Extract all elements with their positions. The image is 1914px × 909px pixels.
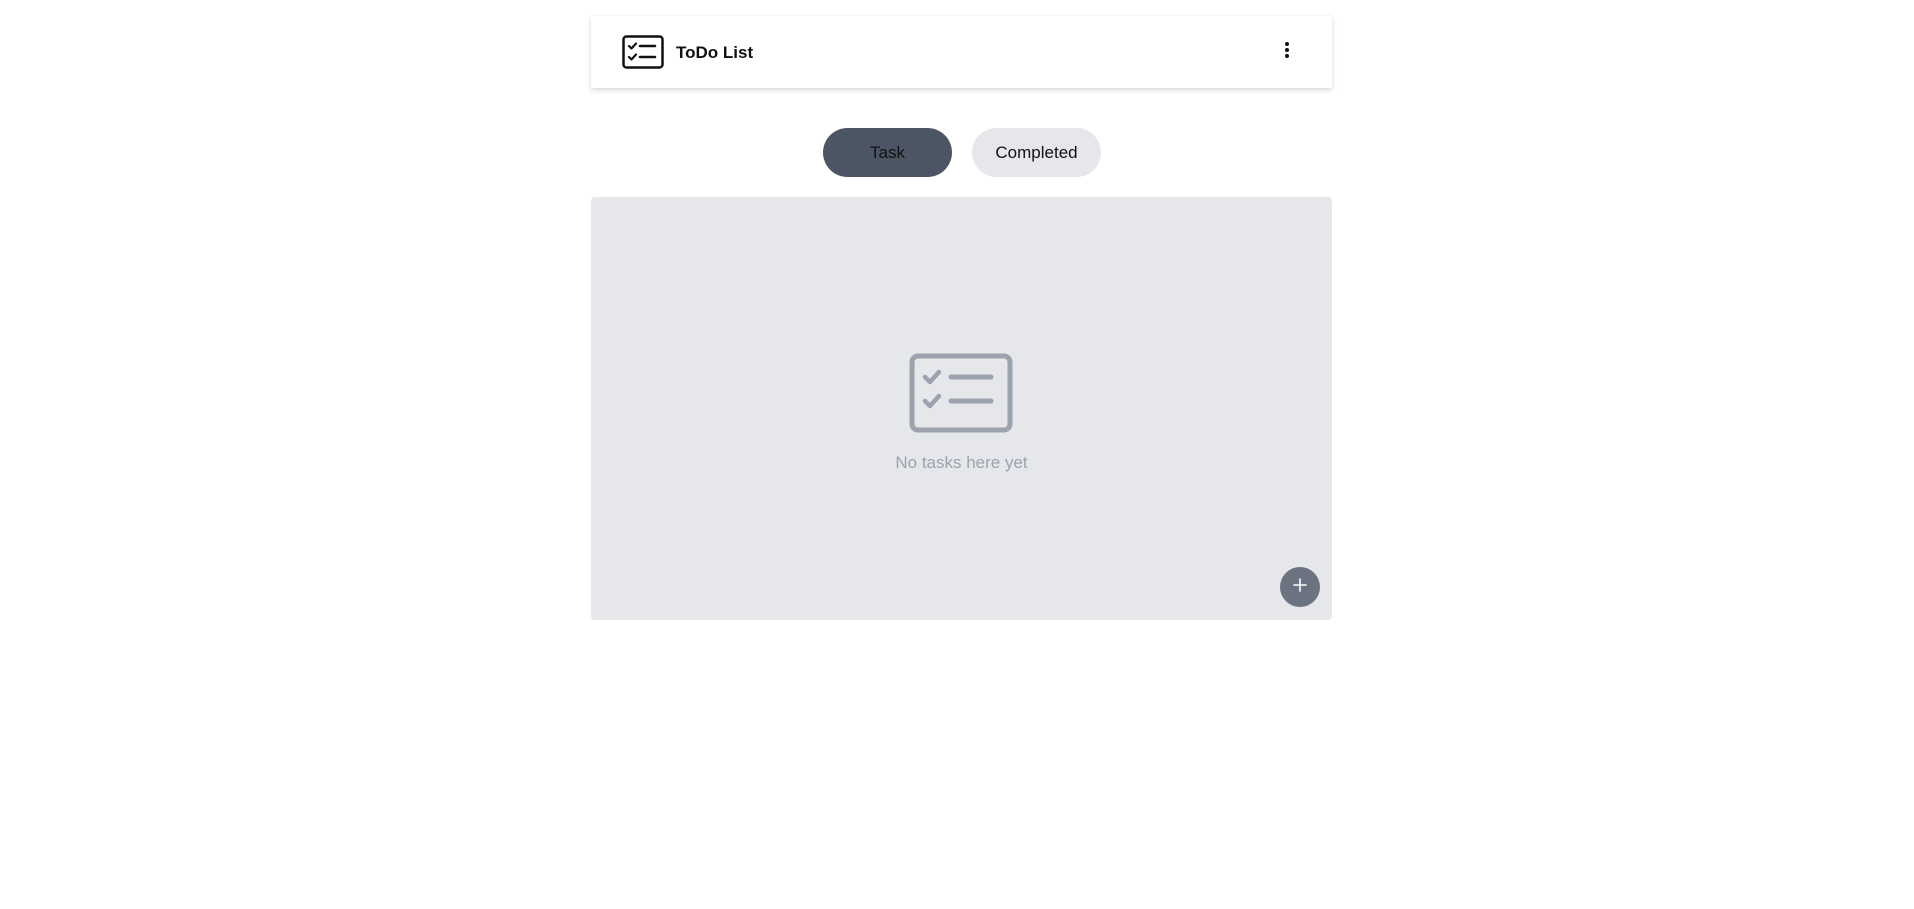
app-header: ToDo List	[591, 16, 1332, 88]
tab-bar: Task Completed	[0, 128, 1914, 178]
checklist-icon	[622, 35, 664, 69]
app-title: ToDo List	[676, 43, 754, 62]
empty-state-message: No tasks here yet	[895, 453, 1028, 472]
more-options-button[interactable]	[1271, 36, 1303, 68]
add-task-button[interactable]	[1280, 567, 1320, 607]
task-list-panel: No tasks here yet	[591, 197, 1332, 620]
tab-task[interactable]: Task	[823, 128, 952, 177]
more-vertical-icon	[1284, 41, 1290, 64]
plus-icon	[1292, 577, 1308, 598]
tab-completed[interactable]: Completed	[972, 128, 1101, 177]
checklist-icon	[909, 353, 1013, 433]
